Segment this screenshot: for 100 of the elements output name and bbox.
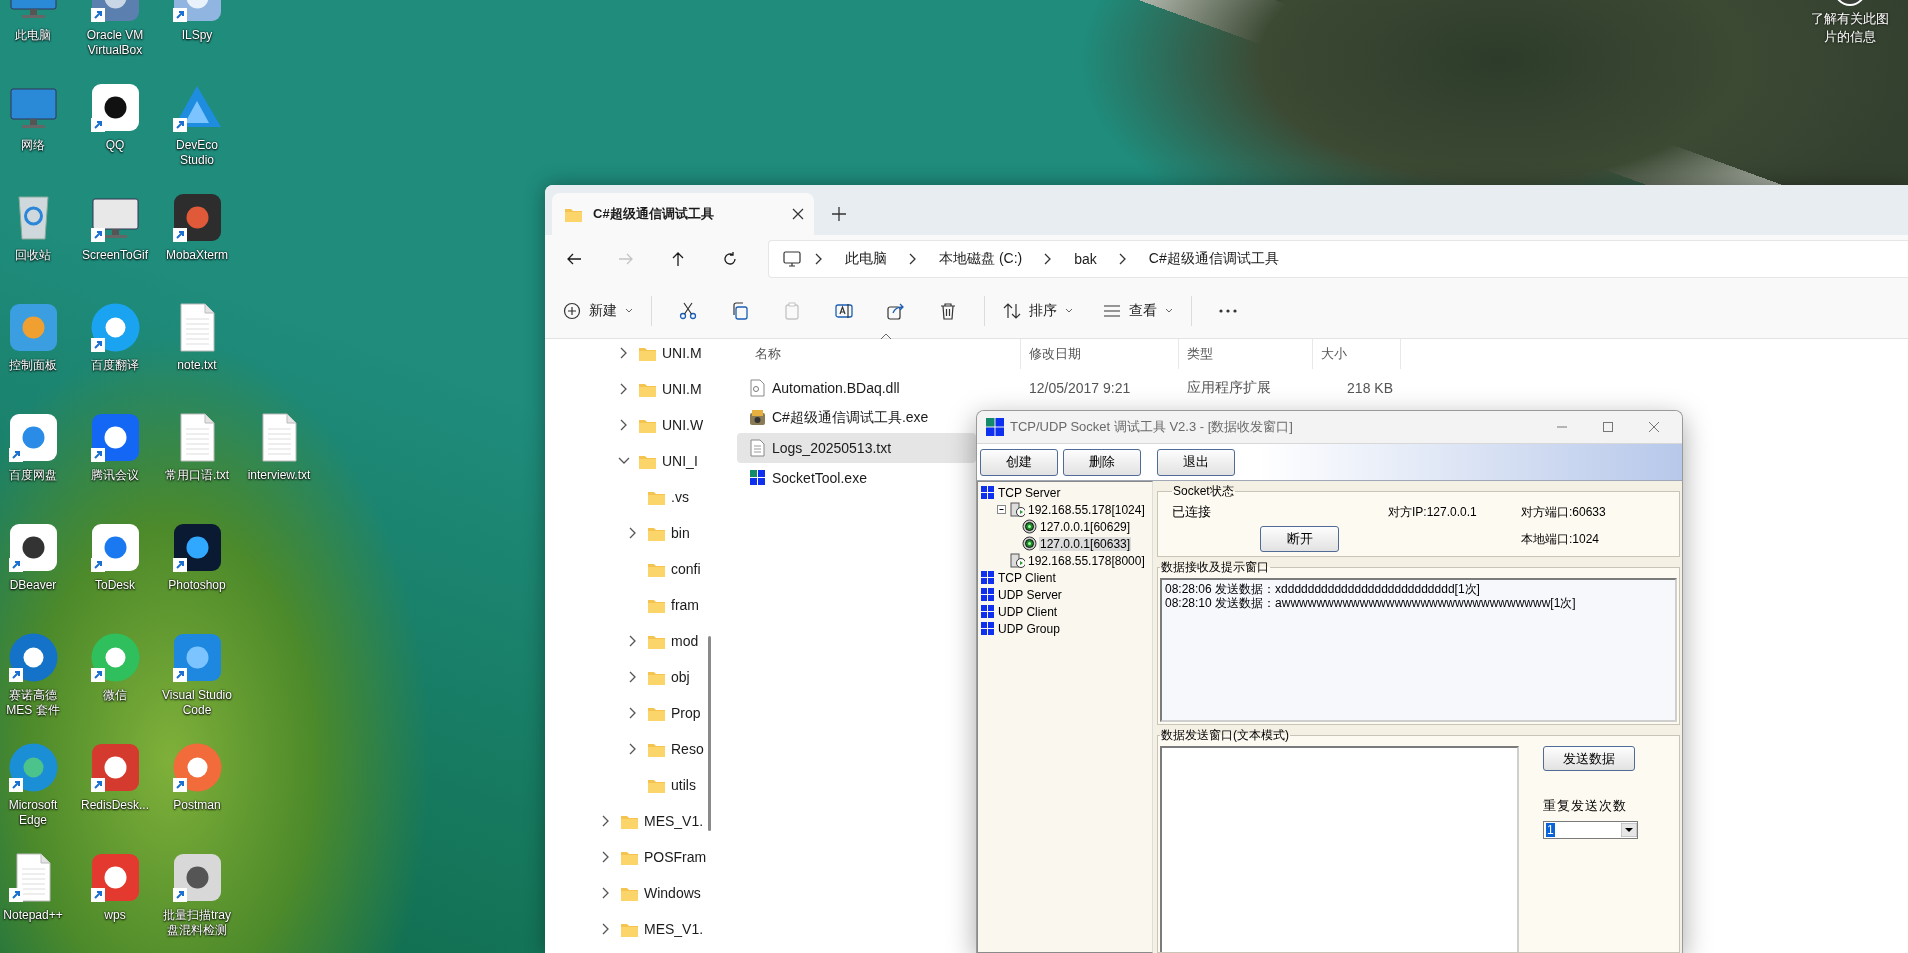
tree-node[interactable]: UDP Server — [997, 587, 1063, 602]
file-row[interactable]: Automation.BDaq.dll 12/05/2017 9:21 应用程序扩展 218 KB — [737, 373, 1401, 403]
dropdown-caret-icon — [1621, 823, 1637, 837]
folder-name[interactable]: POSFram — [644, 849, 707, 865]
folder-name[interactable]: bin — [671, 525, 690, 541]
close-icon — [1649, 422, 1659, 432]
file-row[interactable]: C#超级通信调试工具.exe — [737, 403, 976, 433]
desktop-icon-label[interactable]: 此电脑 — [0, 28, 71, 43]
window-title: TCP/UDP Socket 调试工具 V2.3 - [数据收发窗口] — [1010, 418, 1293, 436]
desktop-icon-label[interactable]: ToDesk — [77, 578, 153, 593]
disconnect-button[interactable]: 断开 — [1260, 526, 1339, 552]
repeat-count-combo[interactable]: 1 — [1543, 821, 1638, 839]
desktop-icon-label[interactable]: 腾讯会议 — [77, 468, 153, 483]
grid-icon — [986, 418, 1004, 436]
toolbar-button[interactable]: 退出 — [1157, 448, 1235, 476]
folder-name[interactable]: UNI_I — [662, 453, 698, 469]
caret-icon — [1165, 307, 1173, 314]
desktop-icon-label[interactable]: ILSpy — [159, 28, 235, 43]
panel-title: 数据接收及提示窗口 — [1160, 559, 1270, 576]
folder-name[interactable]: Reso — [671, 741, 704, 757]
desktop-icon-label[interactable]: 赛诺高德 MES 套件 — [0, 688, 71, 718]
repeat-count-label: 重复发送次数 — [1543, 797, 1627, 815]
desktop-icon-label[interactable]: interview.txt — [241, 468, 317, 483]
tree-node[interactable]: 127.0.0.1[60633] — [1039, 536, 1132, 551]
desktop-icon-label[interactable]: 网络 — [0, 138, 71, 153]
desktop-icon-label[interactable]: 百度网盘 — [0, 468, 71, 483]
caret-icon — [625, 307, 633, 314]
tree-node[interactable]: UDP Group — [997, 621, 1061, 636]
desktop-icon-label[interactable]: Photoshop — [159, 578, 235, 593]
folder-name[interactable]: MES_V1. — [644, 921, 704, 937]
toolbar-button[interactable]: 删除 — [1063, 448, 1141, 476]
text-file-icon — [749, 439, 766, 457]
close-icon[interactable] — [792, 208, 804, 220]
tree-node[interactable]: TCP Server — [997, 485, 1062, 500]
scrollbar-thumb[interactable] — [708, 636, 711, 831]
desktop-icon-label[interactable]: Notepad++ — [0, 908, 71, 923]
folder-name[interactable]: UNI.M — [662, 381, 702, 397]
plus-icon[interactable] — [832, 207, 846, 221]
folder-name[interactable]: mod — [671, 633, 699, 649]
tab[interactable]: C#超级通信调试工具 — [552, 193, 814, 235]
log-line: 08:28:06 发送数据：xdddddddddddddddddddddddddd[1次] — [1165, 582, 1481, 596]
app-icon — [749, 409, 766, 427]
folder-name[interactable]: fram — [671, 597, 699, 613]
breadcrumb-item[interactable]: 此电脑 — [837, 246, 895, 272]
folder-name[interactable]: utils — [671, 777, 696, 793]
tree-node[interactable]: UDP Client — [997, 604, 1059, 619]
grid-icon — [980, 604, 995, 619]
lines-icon — [1103, 303, 1121, 318]
desktop-icon-label[interactable]: DBeaver — [0, 578, 71, 593]
column-header[interactable]: 类型 — [1179, 339, 1313, 369]
desktop-icon-label[interactable]: note.txt — [159, 358, 235, 373]
file-date: 12/05/2017 9:21 — [1028, 380, 1132, 396]
sort-button[interactable]: 排序 — [995, 292, 1081, 329]
desktop-icon-label[interactable]: 控制面板 — [0, 358, 71, 373]
column-header[interactable]: 修改日期 — [1021, 339, 1179, 369]
breadcrumb-item[interactable]: 本地磁盘 (C:) — [931, 246, 1031, 272]
column-header[interactable]: 名称 — [737, 339, 1021, 369]
grid-icon — [980, 570, 995, 585]
file-size: 218 KB — [1346, 380, 1394, 396]
folder-name[interactable]: Prop — [671, 705, 701, 721]
desktop-icon-label[interactable]: DevEco Studio — [159, 138, 235, 168]
breadcrumb-item[interactable]: bak — [1066, 247, 1105, 271]
new-button[interactable]: 新建 — [555, 292, 641, 329]
folder-name[interactable]: .vs — [671, 489, 689, 505]
maximize-icon — [1603, 422, 1613, 432]
log-line: 08:28:10 发送数据：awwwwwwwwwwwwwwwwwwwwwwwwwwwwwww[1次] — [1165, 596, 1577, 610]
send-text-field[interactable] — [1160, 746, 1519, 952]
desktop-icon-label[interactable]: MobaXterm — [159, 248, 235, 263]
panel-title: Socket状态 — [1172, 483, 1235, 500]
desktop-icon-label[interactable]: 百度翻译 — [77, 358, 153, 373]
tree-node[interactable]: 127.0.0.1[60629] — [1039, 519, 1132, 534]
tree-node[interactable]: 192.168.55.178[8000] — [1027, 553, 1146, 568]
folder-name[interactable]: UNI.W — [662, 417, 704, 433]
image-info-link[interactable]: 了解有关此图片的信息 — [1809, 10, 1891, 46]
desktop-icon-label[interactable]: Oracle VM VirtualBox — [77, 28, 153, 58]
view-button[interactable]: 查看 — [1095, 292, 1181, 329]
tree-node[interactable]: 192.168.55.178[1024] — [1027, 502, 1146, 517]
desktop-icon-label[interactable]: 常用口语.txt — [159, 468, 235, 483]
file-row[interactable]: Logs_20250513.txt — [737, 433, 976, 463]
file-row[interactable]: SocketTool.exe — [737, 463, 976, 493]
toolbar-button[interactable]: 创建 — [980, 448, 1058, 476]
desktop-icon-label[interactable]: 回收站 — [0, 248, 71, 263]
folder-name[interactable]: MES_V1. — [644, 813, 704, 829]
address-bar[interactable]: 此电脑 本地磁盘 (C:) bak C#超级通信调试工具 — [768, 240, 1908, 278]
breadcrumb-item[interactable]: C#超级通信调试工具 — [1140, 246, 1287, 272]
folder-name[interactable]: UNI.M — [662, 345, 702, 361]
folder-name[interactable]: Windows — [644, 885, 701, 901]
desktop-icon-label[interactable]: QQ — [77, 138, 153, 153]
tree-node[interactable]: TCP Client — [997, 570, 1057, 585]
grid-icon — [980, 621, 995, 636]
send-button[interactable]: 发送数据 — [1543, 746, 1635, 771]
folder-name[interactable]: obj — [671, 669, 690, 685]
desktop-icon-label[interactable]: Microsoft Edge — [0, 798, 71, 828]
column-header[interactable]: 大小 — [1313, 339, 1401, 369]
desktop-icon-label[interactable]: ScreenToGif — [77, 248, 153, 263]
desktop-icon-label[interactable]: wps — [77, 908, 153, 923]
connection-status: 已连接 — [1172, 503, 1212, 521]
remote-port-label: 对方端口:60633 — [1521, 503, 1607, 521]
folder-name[interactable]: confi — [671, 561, 701, 577]
grid-icon — [980, 587, 995, 602]
